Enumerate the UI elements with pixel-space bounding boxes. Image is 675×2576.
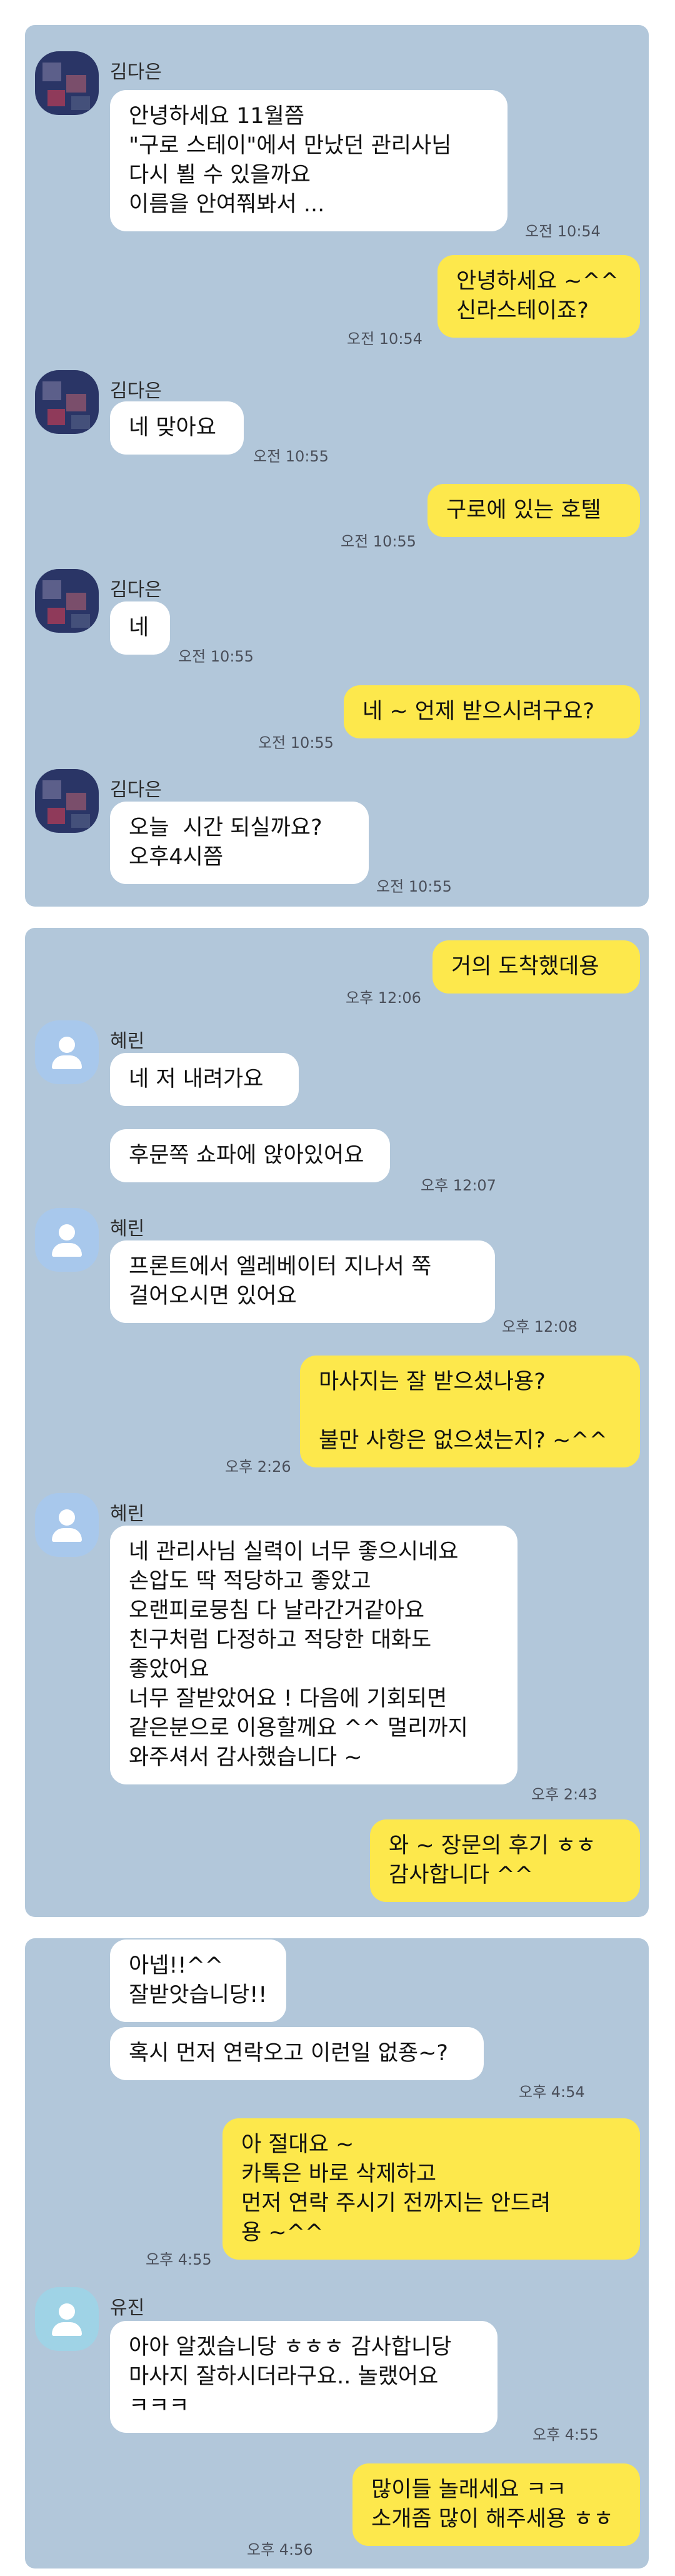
message-time: 오후 2:26 [225, 1458, 291, 1476]
message-bubble-outgoing[interactable]: 거의 도착했데용 [432, 940, 640, 994]
message-time: 오전 10:55 [341, 533, 416, 550]
message-bubble-outgoing[interactable]: 와 ~ 장문의 후기 ㅎㅎ 감사합니다 ^^ [370, 1819, 640, 1902]
sender-name: 혜린 [110, 1218, 145, 1240]
message-bubble-incoming[interactable]: 안녕하세요 11월쯤 "구로 스테이"에서 만났던 관리사님 다시 뵐 수 있을… [110, 90, 508, 231]
message-bubble-incoming[interactable]: 후문쪽 쇼파에 앉아있어요 [110, 1129, 390, 1182]
message-time: 오후 4:56 [247, 2541, 313, 2558]
message-time: 오후 4:55 [146, 2251, 212, 2268]
message-time: 오후 12:06 [346, 989, 421, 1007]
message-time: 오후 4:54 [519, 2083, 585, 2101]
message-bubble-incoming[interactable]: 아아 알겠습니당 ㅎㅎㅎ 감사합니당 마사지 잘하시더라구요.. 놀랬어요 ㅋㅋ… [110, 2321, 498, 2433]
message-time: 오전 10:54 [347, 330, 422, 348]
avatar-yujin[interactable] [35, 2287, 99, 2351]
message-time: 오전 10:55 [258, 734, 334, 752]
message-time: 오전 10:55 [253, 448, 329, 465]
message-time: 오후 12:07 [421, 1177, 496, 1194]
message-time: 오전 10:55 [178, 648, 254, 665]
sender-name: 혜린 [110, 1503, 145, 1525]
message-bubble-incoming[interactable]: 네 맞아요 [110, 401, 244, 455]
avatar-hyerin[interactable] [35, 1208, 99, 1272]
message-bubble-outgoing[interactable]: 안녕하세요 ~^^ 신라스테이죠? [438, 255, 640, 338]
sender-name: 유진 [110, 2297, 145, 2319]
message-bubble-incoming[interactable]: 혹시 먼저 연락오고 이런일 없죵~? [110, 2027, 484, 2080]
message-bubble-outgoing[interactable]: 많이들 놀래세요 ㅋㅋ 소개좀 많이 해주세용 ㅎㅎ [352, 2463, 640, 2546]
avatar-kim-daeun[interactable] [35, 569, 99, 633]
avatar-hyerin[interactable] [35, 1020, 99, 1084]
message-bubble-incoming[interactable]: 네 [110, 601, 170, 655]
avatar-kim-daeun[interactable] [35, 51, 99, 115]
sender-name: 김다은 [110, 61, 162, 83]
sender-name: 김다은 [110, 380, 162, 402]
message-bubble-incoming[interactable]: 오늘 시간 되실까요? 오후4시쯤 [110, 802, 369, 884]
message-bubble-incoming[interactable]: 네 관리사님 실력이 너무 좋으시네요 손압도 딱 적당하고 좋았고 오랜피로뭉… [110, 1526, 518, 1784]
sender-name: 김다은 [110, 579, 162, 601]
message-time: 오후 2:43 [531, 1786, 598, 1803]
message-bubble-outgoing[interactable]: 구로에 있는 호텔 [428, 484, 640, 537]
chat-panel-3: 아넵!!^^ 잘받앗습니당!! 혹시 먼저 연락오고 이런일 없죵~? 오후 4… [25, 1938, 649, 2568]
avatar-kim-daeun[interactable] [35, 370, 99, 434]
message-time: 오후 12:08 [502, 1318, 578, 1336]
message-bubble-outgoing[interactable]: 마사지는 잘 받으셨나용? 불만 사항은 없으셨는지? ~^^ [300, 1356, 640, 1467]
message-bubble-outgoing[interactable]: 아 절대요 ~ 카톡은 바로 삭제하고 먼저 연락 주시기 전까지는 안드려 용… [222, 2118, 640, 2260]
message-time: 오전 10:54 [525, 223, 601, 240]
message-bubble-incoming[interactable]: 네 저 내려가요 [110, 1053, 299, 1106]
sender-name: 김다은 [110, 779, 162, 801]
avatar-hyerin[interactable] [35, 1493, 99, 1557]
chat-panel-1: 김다은 안녕하세요 11월쯤 "구로 스테이"에서 만났던 관리사님 다시 뵐 … [25, 25, 649, 907]
sender-name: 혜린 [110, 1030, 145, 1052]
message-bubble-incoming[interactable]: 아넵!!^^ 잘받앗습니당!! [110, 1940, 286, 2022]
avatar-kim-daeun[interactable] [35, 769, 99, 833]
message-time: 오전 10:55 [376, 878, 452, 895]
chat-panel-2: 거의 도착했데용 오후 12:06 혜린 네 저 내려가요 후문쪽 쇼파에 앉아… [25, 928, 649, 1917]
message-bubble-outgoing[interactable]: 네 ~ 언제 받으시려구요? [344, 685, 640, 738]
message-time: 오후 4:55 [532, 2426, 599, 2443]
message-bubble-incoming[interactable]: 프론트에서 엘레베이터 지나서 쭉 걸어오시면 있어요 [110, 1240, 495, 1323]
